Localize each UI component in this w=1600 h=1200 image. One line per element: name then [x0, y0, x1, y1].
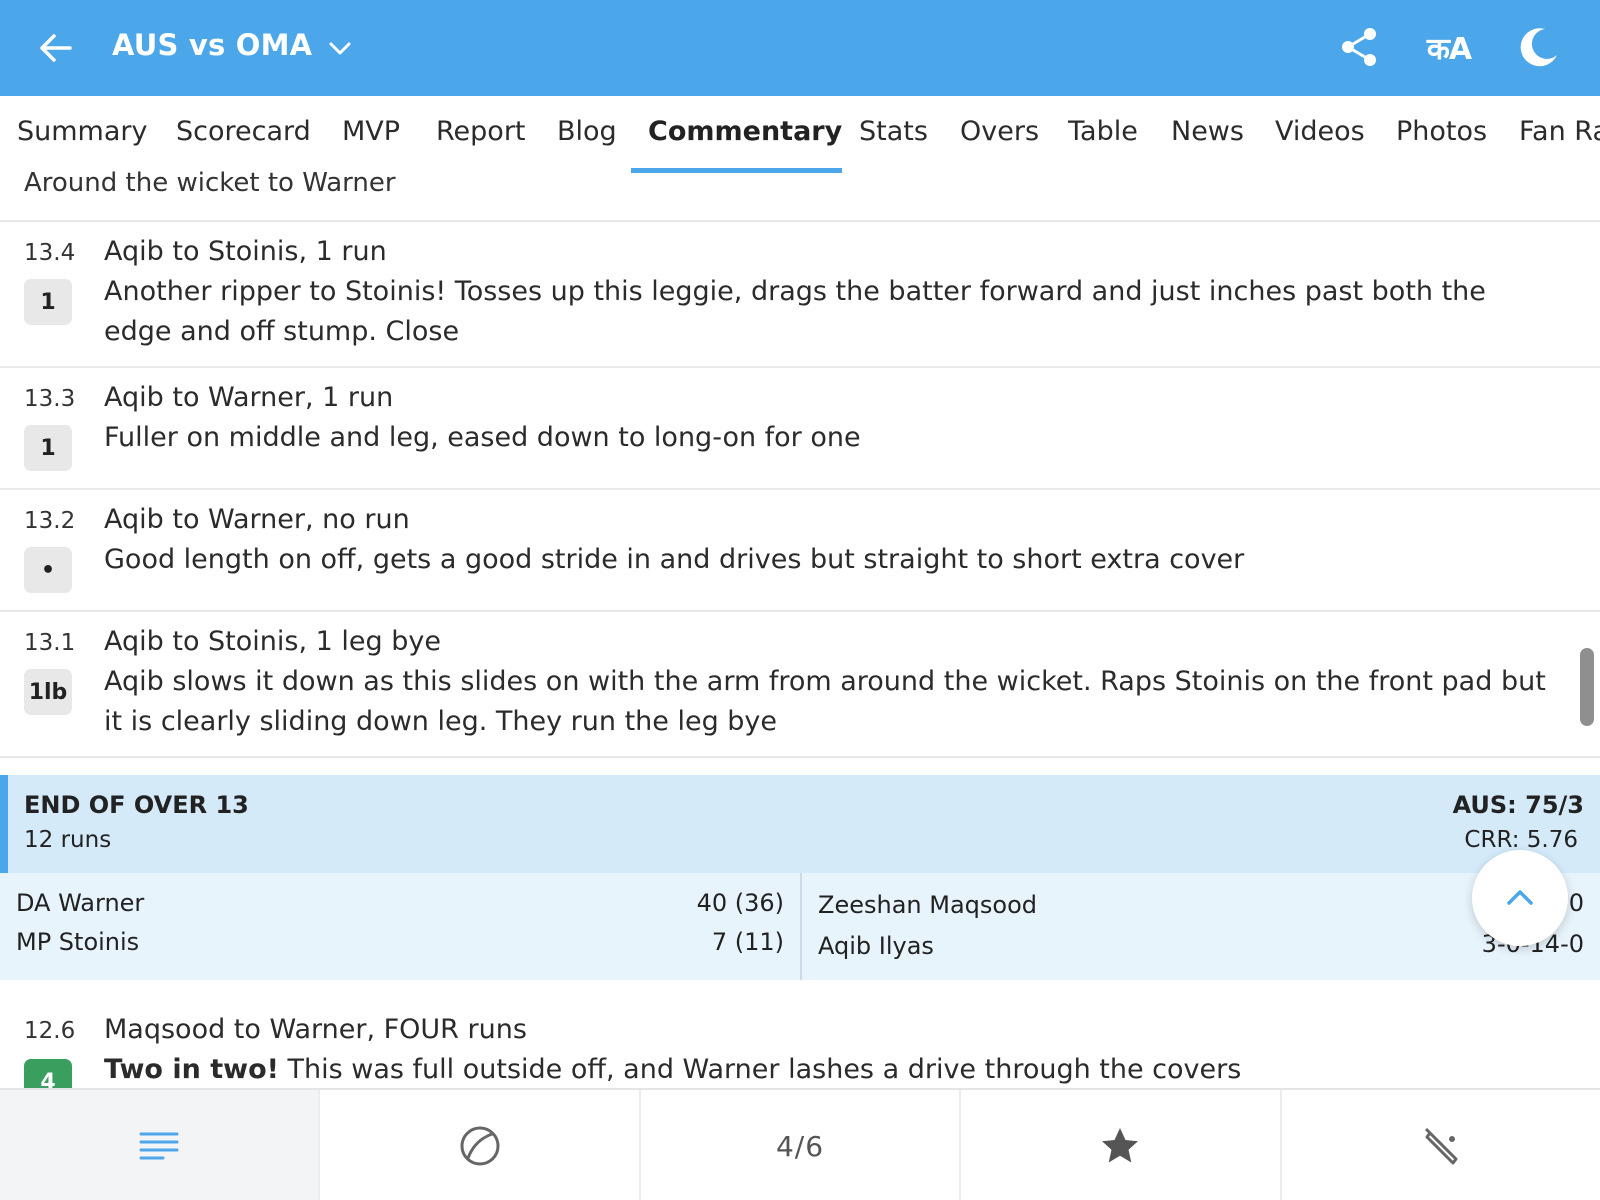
- over-runs: 12 runs: [24, 827, 112, 853]
- tab-overs[interactable]: Overs: [960, 116, 1039, 147]
- scroll-to-top-button[interactable]: [1472, 850, 1568, 946]
- tab-report[interactable]: Report: [436, 116, 526, 147]
- commentary-text: Around the wicket to Warner: [24, 168, 396, 198]
- commentary-item: 13.1 1lb Aqib to Stoinis, 1 leg bye Aqib…: [0, 612, 1600, 756]
- commentary-item: 13.4 1 Aqib to Stoinis, 1 run Another ri…: [0, 222, 1600, 366]
- team-score: AUS: 75/3: [1452, 791, 1584, 819]
- list-lines-icon: [139, 1132, 179, 1160]
- over-number: 13.2: [24, 508, 76, 534]
- chevron-down-icon: [328, 33, 352, 57]
- ball-heading: Aqib to Warner, 1 run: [104, 382, 394, 413]
- dark-mode-moon-icon[interactable]: [1514, 22, 1564, 72]
- bottom-nav-ball[interactable]: [320, 1090, 641, 1200]
- page-indicator: 4/6: [775, 1129, 825, 1163]
- cricket-bat-icon: [1424, 1127, 1458, 1165]
- bowler-figures: 0: [1568, 889, 1584, 917]
- over-number: 13.4: [24, 240, 76, 266]
- back-arrow-icon[interactable]: [36, 28, 76, 68]
- commentary-item: 13.2 • Aqib to Warner, no run Good lengt…: [0, 490, 1600, 610]
- tab-stats[interactable]: Stats: [859, 116, 928, 147]
- runs-badge: 1: [24, 425, 72, 471]
- ball-heading: Aqib to Stoinis, 1 leg bye: [104, 626, 441, 657]
- share-icon[interactable]: [1334, 22, 1384, 72]
- batter-score: 7 (11): [711, 928, 784, 956]
- ball-heading: Aqib to Stoinis, 1 run: [104, 236, 387, 267]
- scrollbar-thumb[interactable]: [1580, 648, 1594, 726]
- divider: [0, 756, 1600, 758]
- tab-mvp[interactable]: MVP: [342, 116, 400, 147]
- ball-commentary: Two in two! This was full outside off, a…: [104, 1050, 1554, 1088]
- bottom-nav-favorites[interactable]: [961, 1090, 1282, 1200]
- over-players-panel: DA Warner 40 (36) MP Stoinis 7 (11) Zees…: [0, 873, 1600, 980]
- tab-photos[interactable]: Photos: [1396, 116, 1487, 147]
- ball-heading: Aqib to Warner, no run: [104, 504, 410, 535]
- match-title: AUS vs OMA: [112, 28, 313, 62]
- tab-fan-ratings[interactable]: Fan Ra: [1519, 116, 1600, 147]
- tab-bar: Summary Scorecard MVP Report Blog Commen…: [0, 96, 1600, 174]
- tab-summary[interactable]: Summary: [17, 116, 147, 147]
- app-bar: AUS vs OMA कA: [0, 0, 1600, 96]
- commentary-item: 13.3 1 Aqib to Warner, 1 run Fuller on m…: [0, 368, 1600, 488]
- end-of-over-summary: END OF OVER 13 12 runs AUS: 75/3 CRR: 5.…: [0, 775, 1600, 873]
- over-number: 13.1: [24, 630, 76, 656]
- ball-commentary: Good length on off, gets a good stride i…: [104, 544, 1245, 575]
- bowler-name: Zeeshan Maqsood: [818, 891, 1037, 919]
- tab-news[interactable]: News: [1171, 116, 1244, 147]
- tab-table[interactable]: Table: [1068, 116, 1138, 147]
- ball-commentary: Fuller on middle and leg, eased down to …: [104, 422, 861, 453]
- commentary-item: 12.6 4 Maqsood to Warner, FOUR runs Two …: [0, 1000, 1600, 1088]
- runs-badge: 1lb: [24, 669, 72, 715]
- runs-badge: 4: [24, 1059, 72, 1088]
- commentary-body: This was full outside off, and Warner la…: [278, 1054, 1242, 1085]
- batter-name: MP Stoinis: [16, 928, 140, 956]
- ball-commentary: Another ripper to Stoinis! Tosses up thi…: [104, 276, 1486, 347]
- tab-blog[interactable]: Blog: [557, 116, 617, 147]
- language-icon[interactable]: कA: [1424, 22, 1474, 72]
- tab-videos[interactable]: Videos: [1275, 116, 1365, 147]
- runs-badge: •: [24, 547, 72, 593]
- end-of-over-title: END OF OVER 13: [24, 791, 249, 819]
- commentary-highlight: Two in two!: [104, 1054, 279, 1085]
- star-icon: [1102, 1128, 1139, 1163]
- bottom-navigation: 4/6: [0, 1088, 1600, 1200]
- divider: [800, 873, 802, 980]
- active-tab-indicator: [631, 168, 842, 173]
- batter-name: DA Warner: [16, 889, 145, 917]
- ball-commentary: Aqib slows it down as this slides on wit…: [104, 666, 1546, 737]
- bottom-nav-pager[interactable]: 4/6: [641, 1090, 962, 1200]
- over-number: 12.6: [24, 1018, 76, 1044]
- batter-score: 40 (36): [696, 889, 784, 917]
- runs-badge: 1: [24, 279, 72, 325]
- tab-scorecard[interactable]: Scorecard: [176, 116, 311, 147]
- over-number: 13.3: [24, 386, 76, 412]
- chevron-up-icon: [1507, 890, 1533, 905]
- tab-commentary[interactable]: Commentary: [648, 116, 842, 147]
- bottom-nav-commentary[interactable]: [0, 1090, 321, 1200]
- bottom-nav-batting[interactable]: [1282, 1090, 1600, 1200]
- cricket-ball-icon: [460, 1126, 500, 1166]
- ball-heading: Maqsood to Warner, FOUR runs: [104, 1014, 527, 1045]
- bowler-name: Aqib Ilyas: [818, 932, 934, 960]
- match-selector[interactable]: AUS vs OMA: [112, 28, 352, 62]
